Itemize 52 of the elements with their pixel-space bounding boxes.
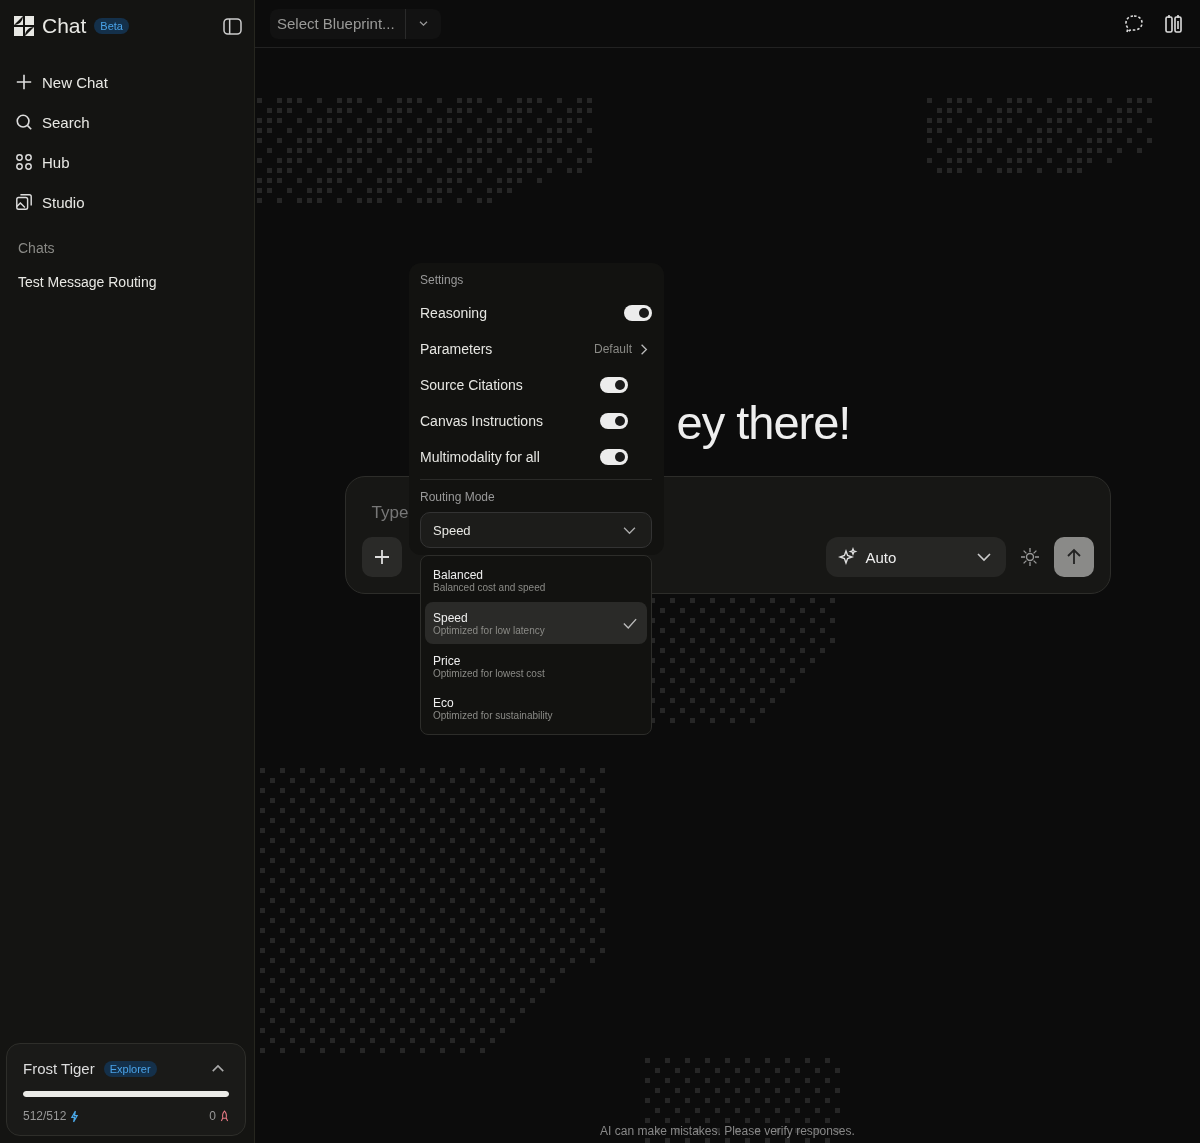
setting-label: Reasoning xyxy=(420,305,488,321)
parameters-row[interactable]: Parameters Default xyxy=(420,331,652,367)
nav-item[interactable]: Studio xyxy=(6,182,246,222)
toggle-switch[interactable] xyxy=(600,449,628,465)
user-name: Frost Tiger xyxy=(23,1060,95,1077)
blueprint-select[interactable]: Select Blueprint... xyxy=(270,8,441,39)
sun-icon[interactable] xyxy=(1019,547,1040,567)
credit-count: 512/512 xyxy=(23,1109,67,1123)
checkmark-icon xyxy=(623,617,637,629)
nav-item[interactable]: Search xyxy=(6,102,246,142)
app-title: Chat xyxy=(42,14,87,38)
routing-select[interactable]: Speed xyxy=(420,512,652,548)
toggle-switch[interactable] xyxy=(600,377,628,393)
boost-count: 0 xyxy=(209,1109,216,1123)
popover-title: Settings xyxy=(420,272,465,289)
tier-badge: Explorer xyxy=(103,1060,157,1077)
setting-label: Source Citations xyxy=(420,377,524,393)
toggle-switch[interactable] xyxy=(624,305,652,321)
chat-bubble-icon[interactable] xyxy=(1124,13,1144,34)
chevron-down-icon xyxy=(975,552,992,562)
model-select[interactable]: Auto xyxy=(825,537,1006,577)
images-icon xyxy=(15,193,33,211)
send-button[interactable] xyxy=(1053,537,1094,577)
routing-option[interactable]: Speed Optimized for low latency xyxy=(425,602,647,644)
disclaimer-text: AI can make mistakes. Please verify responses. xyxy=(599,1124,856,1138)
routing-label: Routing Mode xyxy=(420,490,496,506)
setting-label: Multimodality for all xyxy=(420,449,541,465)
routing-option[interactable]: Eco Optimized for sustainability xyxy=(425,688,647,728)
columns-icon[interactable] xyxy=(1164,13,1184,34)
lightning-icon xyxy=(70,1109,80,1123)
nav-item[interactable]: Hub xyxy=(6,142,246,182)
sidebar-toggle-icon[interactable] xyxy=(223,17,242,35)
attach-button[interactable] xyxy=(361,537,402,577)
sparkle-icon xyxy=(837,547,858,567)
chevron-down-icon xyxy=(417,20,429,27)
chevron-down-icon xyxy=(622,525,637,535)
section-label: Chats xyxy=(17,239,56,258)
rocket-icon xyxy=(220,1109,229,1123)
greeting-heading: ey there! xyxy=(676,398,851,448)
setting-label: Canvas Instructions xyxy=(420,413,544,429)
logo-icon xyxy=(14,16,34,36)
chevron-right-icon xyxy=(640,342,648,356)
circles-icon xyxy=(15,153,33,171)
routing-option[interactable]: Price Optimized for lowest cost xyxy=(425,646,647,686)
beta-badge: Beta xyxy=(94,18,129,34)
chat-item[interactable]: Test Message Routing xyxy=(6,260,246,304)
toggle-switch[interactable] xyxy=(600,413,628,429)
nav-item[interactable]: New Chat xyxy=(6,62,246,102)
search-icon xyxy=(15,113,33,131)
routing-option[interactable]: Balanced Balanced cost and speed xyxy=(425,560,647,600)
chevron-up-icon[interactable] xyxy=(211,1064,225,1073)
plus-icon xyxy=(15,73,33,91)
